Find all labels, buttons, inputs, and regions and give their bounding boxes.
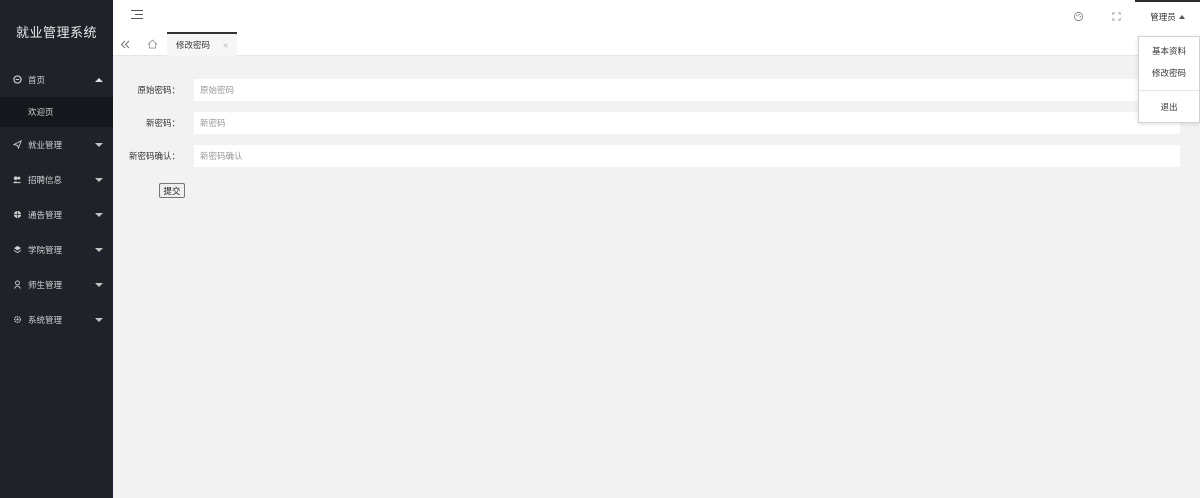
tabs-bar: 修改密码 ×: [113, 32, 1200, 56]
app-logo: 就业管理系统: [15, 25, 97, 41]
sidebar-item-employment[interactable]: 就业管理: [0, 127, 113, 162]
close-icon[interactable]: ×: [222, 41, 229, 50]
old-password-row: 原始密码： 原始密码: [113, 79, 1180, 101]
menu-item-profile[interactable]: 基本资料: [1139, 40, 1199, 62]
tab-label: 修改密码: [176, 41, 211, 51]
confirm-password-row: 新密码确认： 新密码确认: [113, 145, 1180, 167]
confirm-password-input[interactable]: 新密码确认: [194, 145, 1180, 167]
sidebar-subitem-welcome[interactable]: 欢迎页: [0, 97, 113, 127]
new-password-input[interactable]: 新密码: [194, 112, 1180, 134]
chevron-up-icon: [95, 77, 103, 82]
old-password-label: 原始密码：: [137, 86, 180, 96]
user-name: 管理员: [1150, 13, 1176, 23]
tabs-prev-icon[interactable]: [113, 32, 137, 56]
sidebar-item-label: 通告管理: [28, 210, 63, 221]
sidebar-item-label: 招聘信息: [28, 175, 63, 186]
sidebar-item-colleges[interactable]: 学院管理: [0, 232, 113, 267]
layers-icon: [12, 245, 22, 255]
sidebar-item-label: 师生管理: [28, 280, 63, 291]
paper-plane-icon: [12, 140, 22, 150]
sidebar-item-recruitment[interactable]: 招聘信息: [0, 162, 113, 197]
tab-change-password[interactable]: 修改密码 ×: [167, 32, 237, 56]
chevron-down-icon: [95, 177, 103, 182]
menu-item-change-password[interactable]: 修改密码: [1139, 62, 1199, 84]
gear-icon: [12, 315, 22, 325]
new-password-label: 新密码：: [145, 119, 180, 129]
home-circle-icon: [12, 75, 22, 85]
sidebar-item-label: 学院管理: [28, 245, 63, 256]
chevron-down-icon: [95, 317, 103, 322]
sidebar-item-system[interactable]: 系统管理: [0, 302, 113, 337]
header-actions: 管理员: [1059, 0, 1200, 32]
chevron-down-icon: [95, 142, 103, 147]
submit-button[interactable]: 提交: [159, 183, 185, 198]
new-password-row: 新密码： 新密码: [113, 112, 1180, 134]
chevron-down-icon: [95, 212, 103, 217]
chevron-up-icon: [1178, 15, 1185, 19]
sidebar: 就业管理系统 首页 欢迎页 就业管理 招聘信息 通告管理 学院管理 师生管理 系…: [0, 0, 113, 498]
globe-icon: [12, 210, 22, 220]
theme-icon[interactable]: [1059, 0, 1097, 32]
sidebar-item-home[interactable]: 首页: [0, 62, 113, 97]
chevron-down-icon: [95, 282, 103, 287]
top-header: 管理员: [113, 0, 1200, 32]
user-menu-toggle[interactable]: 管理员: [1135, 0, 1200, 32]
confirm-password-label: 新密码确认：: [128, 152, 180, 162]
menu-divider: [1139, 90, 1199, 91]
menu-item-logout[interactable]: 退出: [1139, 96, 1199, 118]
sidebar-item-label: 就业管理: [28, 140, 63, 151]
user-icon: [12, 280, 22, 290]
home-tab-icon[interactable]: [141, 32, 163, 56]
fullscreen-icon[interactable]: [1097, 0, 1135, 32]
users-icon: [12, 175, 22, 185]
chevron-down-icon: [95, 247, 103, 252]
sidebar-subitem-label: 欢迎页: [28, 108, 54, 118]
sidebar-toggle-icon[interactable]: [131, 10, 143, 20]
sidebar-item-notices[interactable]: 通告管理: [0, 197, 113, 232]
sidebar-item-teachers-students[interactable]: 师生管理: [0, 267, 113, 302]
sidebar-item-label: 系统管理: [28, 315, 63, 326]
sidebar-item-label: 首页: [28, 75, 46, 86]
user-dropdown-menu: 基本资料 修改密码 退出: [1138, 36, 1200, 123]
old-password-input[interactable]: 原始密码: [194, 79, 1180, 101]
